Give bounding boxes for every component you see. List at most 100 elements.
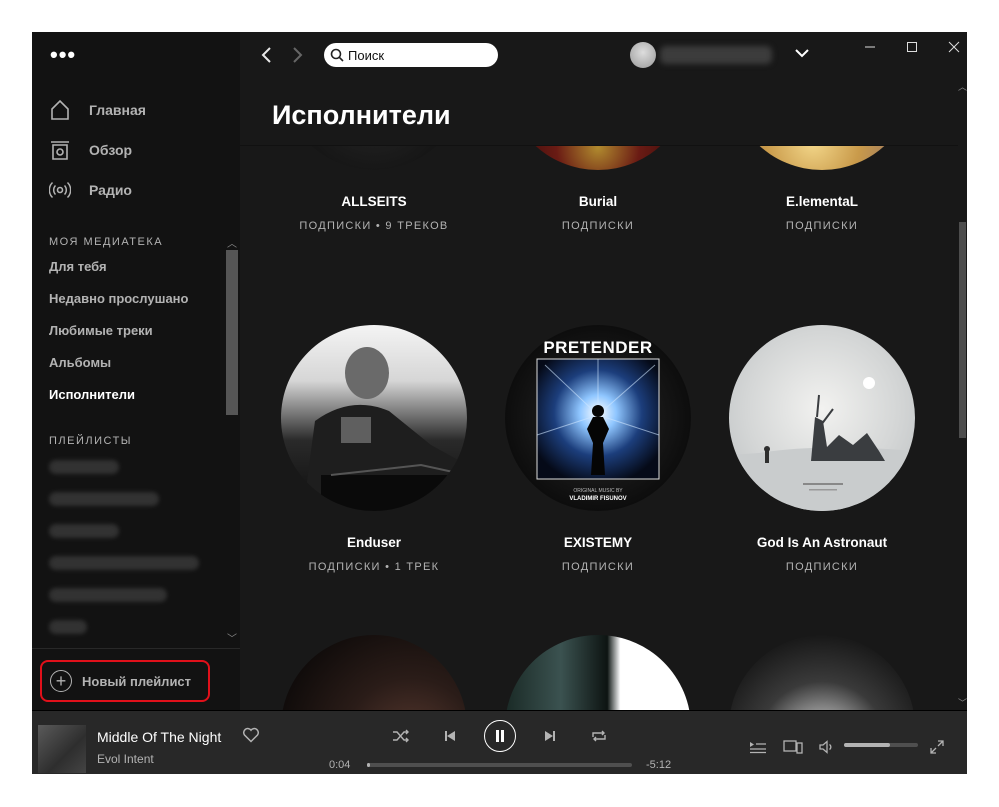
artist-name: E.lementaL (785, 194, 859, 209)
playlist-item[interactable] (49, 460, 119, 474)
chevron-left-icon (261, 47, 271, 63)
new-playlist-button[interactable]: + Новый плейлист (40, 660, 210, 702)
artist-image (281, 635, 467, 710)
search-box[interactable] (324, 43, 498, 67)
artist-name: God Is An Astronaut (756, 535, 888, 550)
playlist-item[interactable] (49, 492, 159, 506)
volume-button[interactable] (818, 739, 836, 755)
devices-button[interactable] (782, 739, 804, 755)
playlist-item[interactable] (49, 620, 87, 634)
library-item-liked-tracks[interactable]: Любимые треки (49, 323, 153, 338)
new-playlist-label: Новый плейлист (82, 673, 192, 689)
queue-icon (750, 742, 766, 754)
artist-name: Burial (578, 194, 618, 209)
pretender-album-art: PRETENDER ORIGINAL MUSIC BY VLADIMIR FIS… (536, 338, 660, 502)
browse-icon (48, 138, 72, 162)
artist-meta: ПОДПИСКИ (561, 220, 635, 232)
remaining-time: -5:12 (646, 759, 672, 771)
artist-meta: ПОДПИСКИ (785, 220, 859, 232)
artist-image (505, 146, 691, 170)
user-menu-button[interactable] (794, 46, 810, 64)
sidebar-scrollbar-thumb[interactable] (226, 250, 238, 415)
expand-icon (930, 740, 944, 754)
nav-home[interactable]: Главная (48, 96, 146, 124)
username[interactable] (660, 46, 772, 64)
artist-grid: ALLSEITS ПОДПИСКИ • 9 ТРЕКОВ Burial ПОДП… (240, 146, 958, 710)
home-icon (48, 98, 72, 122)
album-art-composer: VLADIMIR FISUNOV (569, 496, 626, 502)
library-item-albums[interactable]: Альбомы (49, 355, 111, 370)
progress-bar[interactable] (367, 763, 632, 767)
artist-image (729, 635, 915, 710)
previous-button[interactable] (440, 726, 460, 746)
shuffle-button[interactable] (391, 726, 411, 746)
library-item-recent[interactable]: Недавно прослушано (49, 291, 188, 306)
nav-home-label: Главная (89, 102, 146, 118)
back-button[interactable] (256, 44, 276, 66)
artist-image (281, 146, 467, 170)
sidebar-divider (32, 648, 240, 649)
volume-slider[interactable] (844, 743, 918, 747)
avatar[interactable] (630, 42, 656, 68)
artist-name: EXISTEMY (563, 535, 633, 550)
radio-icon (48, 178, 72, 202)
volume-icon (819, 740, 832, 754)
pause-icon (496, 730, 504, 742)
maximize-icon (907, 42, 917, 52)
repeat-icon (592, 730, 606, 742)
library-item-for-you[interactable]: Для тебя (49, 259, 107, 274)
playlist-item[interactable] (49, 556, 199, 570)
artist-meta: ПОДПИСКИ • 9 ТРЕКОВ (299, 220, 449, 232)
queue-button[interactable] (748, 739, 768, 755)
page-title: Исполнители (272, 100, 451, 130)
chevron-right-icon (293, 47, 303, 63)
scroll-down-icon[interactable]: ﹀ (958, 696, 967, 709)
track-artist[interactable]: Evol Intent (97, 752, 154, 766)
library-item-artists[interactable]: Исполнители (49, 387, 135, 402)
track-title[interactable]: Middle Of The Night (97, 729, 221, 745)
like-button[interactable] (242, 727, 260, 748)
artist-name: ALLSEITS (341, 194, 407, 209)
playlist-item[interactable] (49, 524, 119, 538)
library-section-title: МОЯ МЕДИАТЕКА (49, 236, 164, 248)
devices-icon (783, 740, 803, 754)
chevron-down-icon (795, 49, 809, 58)
artist-meta: ПОДПИСКИ (785, 561, 859, 573)
repeat-button[interactable] (589, 726, 609, 746)
minimize-icon (865, 46, 875, 48)
artist-meta: ПОДПИСКИ • 1 ТРЕК (308, 561, 440, 573)
artist-meta: ПОДПИСКИ (561, 561, 635, 573)
scroll-up-icon[interactable]: ︿ (958, 80, 967, 93)
minimize-button[interactable] (850, 36, 890, 58)
skip-forward-icon (545, 731, 555, 741)
nav-radio[interactable]: Радио (48, 176, 132, 204)
maximize-button[interactable] (892, 36, 932, 58)
progress-fill (367, 763, 370, 767)
ellipsis-icon[interactable]: ••• (50, 44, 76, 66)
pause-button[interactable] (484, 720, 516, 752)
next-button[interactable] (540, 726, 560, 746)
sidebar: ••• Главная Обзор Радио МОЯ МЕДИАТЕКА Дл… (32, 32, 240, 710)
forward-button[interactable] (288, 44, 308, 66)
nav-browse[interactable]: Обзор (48, 136, 132, 164)
artist-image (281, 325, 467, 511)
close-button[interactable] (934, 36, 967, 58)
artist-image (729, 146, 915, 170)
now-playing-cover[interactable] (38, 725, 86, 773)
main-scrollbar-thumb[interactable] (959, 222, 966, 438)
scroll-down-icon[interactable]: ﹀ (227, 630, 237, 645)
artist-image: PRETENDER ORIGINAL MUSIC BY VLADIMIR FIS… (505, 325, 691, 511)
artist-image (505, 635, 691, 710)
player-bar: Middle Of The Night Evol Intent 0:04 -5:… (32, 710, 967, 774)
close-icon (948, 41, 960, 53)
search-icon (330, 48, 344, 62)
playlist-item[interactable] (49, 588, 167, 602)
scroll-up-icon[interactable]: ︿ (227, 235, 237, 250)
top-bar (240, 32, 967, 78)
astronaut-album-art (729, 377, 915, 511)
artist-name: Enduser (346, 535, 401, 550)
nav-browse-label: Обзор (89, 142, 133, 158)
heart-icon (243, 727, 259, 743)
fullscreen-button[interactable] (928, 739, 946, 755)
search-input[interactable] (348, 47, 488, 63)
